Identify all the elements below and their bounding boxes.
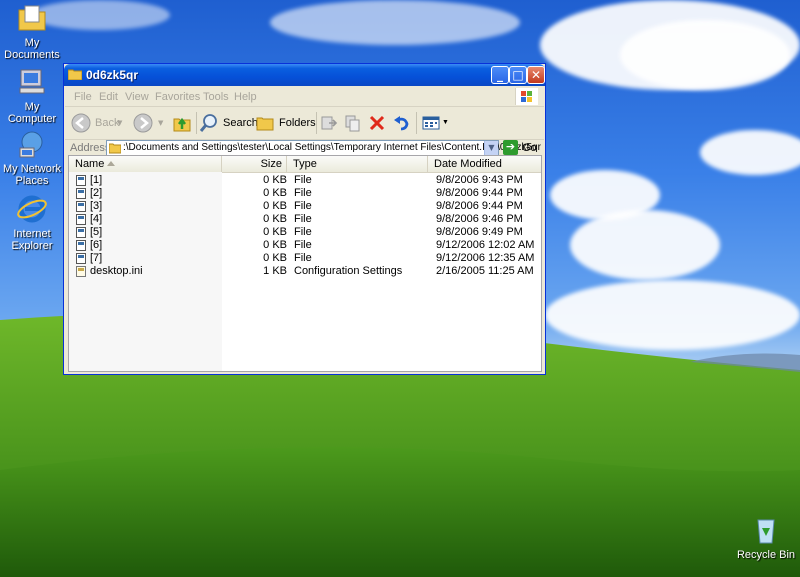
file-icon	[76, 188, 86, 199]
table-row[interactable]: [3] 0 KB File 9/8/2006 9:44 PM	[69, 200, 541, 213]
menu-edit[interactable]: Edit	[99, 91, 118, 103]
config-file-icon	[76, 266, 86, 277]
table-row[interactable]: [4] 0 KB File 9/8/2006 9:46 PM	[69, 213, 541, 226]
toolbar-separator	[416, 112, 417, 134]
search-label: Search	[223, 117, 258, 129]
table-row[interactable]: [1] 0 KB File 9/8/2006 9:43 PM	[69, 174, 541, 187]
minimize-button[interactable]: _	[491, 66, 509, 84]
file-icon	[76, 175, 86, 186]
toolbar: Back ▼ ▼ Search Folders ▼	[65, 107, 544, 140]
file-icon	[76, 253, 86, 264]
desktop-icon-my-documents[interactable]: My Documents	[0, 2, 64, 61]
search-icon	[199, 114, 217, 132]
forward-arrow-icon	[133, 113, 153, 133]
folders-icon	[256, 117, 274, 131]
address-label: Address	[70, 142, 111, 154]
windows-logo-icon	[515, 88, 538, 105]
menu-help[interactable]: Help	[234, 91, 257, 103]
desktop-icon-recycle-bin[interactable]: Recycle Bin	[734, 514, 798, 561]
my-computer-icon	[19, 69, 45, 94]
internet-explorer-icon	[17, 195, 47, 223]
folder-icon	[68, 69, 82, 80]
up-folder-button[interactable]	[172, 113, 192, 133]
move-to-icon	[321, 116, 338, 130]
file-icon	[76, 227, 86, 238]
address-dropdown-icon[interactable]: ▼	[484, 141, 498, 155]
search-button[interactable]: Search	[199, 113, 258, 133]
table-row[interactable]: desktop.ini 1 KB Configuration Settings …	[69, 265, 541, 278]
menu-favorites[interactable]: Favorites	[155, 91, 200, 103]
table-row[interactable]: [7] 0 KB File 9/12/2006 12:35 AM	[69, 252, 541, 265]
menu-bar: File Edit View Favorites Tools Help	[65, 87, 544, 107]
toolbar-separator	[196, 112, 197, 134]
column-header-size[interactable]: Size	[222, 156, 287, 172]
undo-button[interactable]	[391, 113, 411, 133]
maximize-button[interactable]: □	[509, 66, 527, 84]
menu-tools[interactable]: Tools	[203, 91, 229, 103]
explorer-window: 0d6zk5qr _ □ ✕ File Edit View Favorites …	[63, 63, 546, 375]
undo-icon	[394, 116, 409, 131]
delete-icon	[369, 115, 385, 131]
back-label: Back	[95, 117, 120, 129]
back-arrow-icon	[71, 113, 91, 133]
folders-button[interactable]: Folders	[255, 113, 316, 133]
my-documents-icon	[18, 5, 46, 31]
go-button[interactable]: ➔ Go	[503, 140, 537, 156]
desktop-icon-label: My Network Places	[2, 163, 62, 187]
forward-button[interactable]	[133, 113, 153, 133]
go-arrow-icon: ➔	[503, 140, 518, 155]
back-dropdown-icon[interactable]: ▼	[117, 119, 122, 127]
views-dropdown-icon: ▼	[442, 119, 449, 126]
column-header-name[interactable]: Name	[69, 156, 222, 172]
window-title: 0d6zk5qr	[86, 68, 139, 82]
network-places-icon	[19, 131, 43, 158]
copy-to-icon	[345, 115, 360, 132]
desktop-icon-label: My Computer	[7, 101, 57, 125]
file-list: Name Size Type Date Modified [1] 0 KB Fi…	[68, 155, 542, 372]
address-input[interactable]: :\Documents and Settings\tester\Local Se…	[106, 140, 541, 156]
folders-label: Folders	[279, 117, 316, 129]
toolbar-separator	[316, 112, 317, 134]
folder-icon	[109, 143, 121, 154]
copy-to-button[interactable]	[343, 113, 363, 133]
column-header-type[interactable]: Type	[287, 156, 428, 172]
recycle-bin-icon	[757, 519, 775, 544]
column-header-date[interactable]: Date Modified	[428, 156, 541, 172]
forward-dropdown-icon[interactable]: ▼	[158, 119, 163, 127]
table-row[interactable]: [2] 0 KB File 9/8/2006 9:44 PM	[69, 187, 541, 200]
desktop-icon-internet-explorer[interactable]: Internet Explorer	[0, 193, 64, 252]
desktop-icon-my-computer[interactable]: My Computer	[0, 66, 64, 125]
desktop-icon-label: Internet Explorer	[11, 228, 53, 252]
table-row[interactable]: [6] 0 KB File 9/12/2006 12:02 AM	[69, 239, 541, 252]
move-to-button[interactable]	[319, 113, 339, 133]
address-path: :\Documents and Settings\tester\Local Se…	[123, 142, 541, 153]
column-header-bar: Name Size Type Date Modified	[69, 156, 541, 173]
delete-button[interactable]	[367, 113, 387, 133]
file-icon	[76, 201, 86, 212]
close-button[interactable]: ✕	[527, 66, 545, 84]
desktop-icon-network-places[interactable]: My Network Places	[0, 128, 64, 187]
table-row[interactable]: [5] 0 KB File 9/8/2006 9:49 PM	[69, 226, 541, 239]
go-label: Go	[522, 142, 537, 154]
desktop-icon-label: Recycle Bin	[736, 549, 796, 561]
menu-file[interactable]: File	[74, 91, 92, 103]
sort-ascending-icon	[107, 161, 115, 166]
title-bar[interactable]: 0d6zk5qr _ □ ✕	[64, 64, 545, 86]
menu-view[interactable]: View	[125, 91, 149, 103]
file-icon	[76, 214, 86, 225]
views-icon	[422, 116, 440, 130]
views-button[interactable]: ▼	[421, 113, 449, 133]
up-folder-icon	[173, 117, 191, 132]
desktop-icon-label: My Documents	[4, 37, 60, 61]
file-icon	[76, 240, 86, 251]
